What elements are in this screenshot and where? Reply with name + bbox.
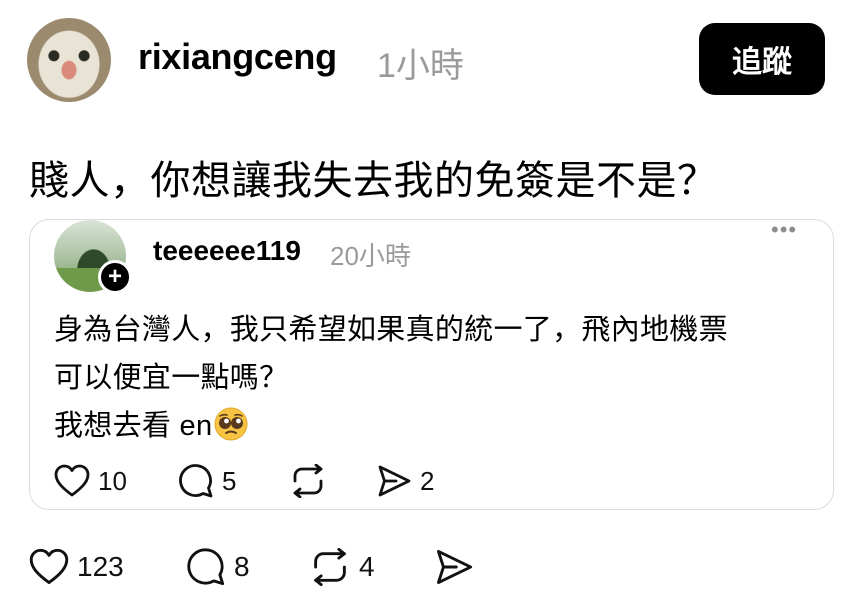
author-username[interactable]: rixiangceng bbox=[138, 36, 337, 78]
quoted-like-count: 10 bbox=[98, 465, 127, 496]
quoted-like-button[interactable]: 10 bbox=[54, 464, 127, 498]
follow-button[interactable]: 追蹤 bbox=[699, 23, 825, 95]
post-timestamp: 1小時 bbox=[377, 47, 464, 85]
quoted-comment-count: 5 bbox=[222, 465, 237, 496]
plus-icon[interactable]: + bbox=[98, 260, 132, 294]
quoted-repost-button[interactable] bbox=[289, 464, 327, 498]
share-icon bbox=[378, 465, 411, 497]
author-avatar[interactable] bbox=[27, 18, 111, 102]
quoted-post-card[interactable]: + teeeeee119 20小時 ••• 身為台灣人，我只希望如果真的統一了，… bbox=[29, 217, 834, 510]
comment-icon bbox=[179, 464, 213, 498]
repost-count: 4 bbox=[359, 551, 375, 582]
quoted-text-line-3: 我想去看 en bbox=[54, 402, 248, 449]
like-button[interactable]: 123 bbox=[29, 548, 124, 586]
quoted-text-line-1: 身為台灣人，我只希望如果真的統一了，飛內地機票 bbox=[54, 314, 728, 346]
repost-button[interactable]: 4 bbox=[309, 548, 375, 586]
quoted-text-line-3-text: 我想去看 en bbox=[54, 410, 213, 442]
more-icon[interactable]: ••• bbox=[771, 217, 797, 243]
quoted-share-button[interactable]: 2 bbox=[376, 464, 434, 498]
repost-icon bbox=[293, 464, 323, 498]
share-icon bbox=[437, 550, 473, 584]
heart-icon bbox=[54, 464, 90, 497]
quoted-share-count: 2 bbox=[420, 465, 435, 496]
quoted-comment-button[interactable]: 5 bbox=[178, 464, 236, 498]
comment-count: 8 bbox=[234, 551, 250, 582]
pleading-face-emoji bbox=[214, 407, 248, 449]
comment-icon bbox=[187, 548, 225, 586]
post-text: 賤人，你想讓我失去我的免簽是不是？ bbox=[29, 159, 718, 203]
comment-button[interactable]: 8 bbox=[186, 548, 250, 586]
heart-icon bbox=[29, 548, 69, 584]
quoted-post-timestamp: 20小時 bbox=[330, 241, 411, 271]
like-count: 123 bbox=[77, 551, 124, 582]
quoted-text-line-2: 可以便宜一點嗎？ bbox=[54, 362, 289, 394]
quoted-author-username[interactable]: teeeeee119 bbox=[153, 235, 301, 267]
share-button[interactable] bbox=[434, 548, 474, 586]
repost-icon bbox=[314, 548, 346, 586]
